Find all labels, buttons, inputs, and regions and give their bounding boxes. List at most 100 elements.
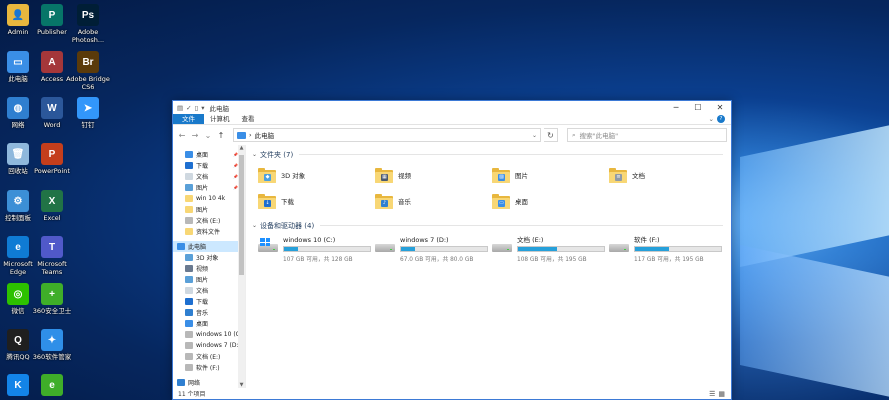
properties-icon[interactable]: ▤ (177, 104, 183, 112)
desktop-icon-label: Adobe Photosh... (71, 28, 105, 44)
refresh-button[interactable]: ↻ (544, 128, 558, 142)
collapse-chevron-icon[interactable]: ⌄ (252, 222, 257, 229)
desktop-icon-360-software[interactable]: ✦ 360软件管家 (30, 329, 74, 361)
folder-icon (185, 228, 193, 235)
scroll-up-icon[interactable]: ▲ (238, 145, 245, 151)
nav-item[interactable]: 视频 (173, 263, 245, 274)
desktop-icon-photoshop[interactable]: Ps Adobe Photosh... (66, 4, 110, 44)
nav-item[interactable]: 3D 对象 (173, 252, 245, 263)
desktop-icon-bridge[interactable]: Br Adobe Bridge CS6 (66, 51, 110, 91)
nav-item[interactable]: 图片 📌 (173, 182, 245, 193)
desktop-icon-dingtalk[interactable]: ➤ 钉钉 (66, 97, 110, 129)
nav-item[interactable]: 下载 (173, 296, 245, 307)
minimize-button[interactable]: ─ (665, 103, 687, 112)
desktop-icon-360-security[interactable]: +360安全卫士 (30, 283, 74, 315)
back-button[interactable]: ← (177, 131, 187, 140)
nav-item[interactable]: 图片 (173, 204, 245, 215)
nav-scroll-thumb[interactable] (239, 155, 244, 275)
ribbon-expand-icon[interactable]: ⌄ (709, 115, 714, 123)
nav-item[interactable]: windows 10 (C:) (173, 329, 245, 340)
this-pc-icon (177, 243, 185, 250)
customize-dropdown-icon[interactable]: ▾ (201, 104, 204, 112)
large-icons-view-button[interactable]: ▦ (718, 390, 725, 398)
teams-icon: T (41, 236, 63, 258)
address-bar[interactable]: › 此电脑 ⌄ (233, 128, 541, 142)
nav-item-label: 桌面 (196, 321, 209, 328)
nav-item[interactable]: 图片 (173, 274, 245, 285)
nav-item-label: windows 7 (D:) (196, 342, 241, 349)
folder-item-documents[interactable]: ≡ 文档 (609, 162, 726, 188)
maximize-button[interactable]: ☐ (687, 103, 709, 112)
breadcrumb-separator[interactable]: › (249, 131, 252, 139)
hard-drive-icon (609, 240, 629, 254)
nav-item[interactable]: 网络 (173, 377, 245, 388)
drive-name: windows 10 (C:) (283, 236, 336, 244)
title-bar[interactable]: ▤ ✓ ▯ ▾ 此电脑 ─ ☐ ✕ (173, 101, 731, 114)
nav-item[interactable]: 文档 (E:) (173, 215, 245, 226)
folder-item-pictures[interactable]: ▨ 图片 (492, 162, 609, 188)
nav-item[interactable]: 文档 (E:) (173, 351, 245, 362)
forward-button[interactable]: → (190, 131, 200, 140)
folder-icon (185, 195, 193, 202)
desktop-icon-excel[interactable]: X Excel (30, 190, 74, 222)
drives-group-header[interactable]: ⌄ 设备和驱动器 (4) (252, 220, 731, 231)
folder-icon: ♪ (375, 193, 393, 209)
drive-item[interactable]: windows 10 (C:) 107 GB 可用，共 128 GB (258, 233, 375, 263)
folder-item-music[interactable]: ♪ 音乐 (375, 188, 492, 214)
tab-computer[interactable]: 计算机 (204, 114, 236, 124)
hard-drive-icon (492, 240, 512, 254)
desktop-icon-powerpoint[interactable]: P PowerPoint (30, 143, 74, 175)
recent-locations-button[interactable]: ⌄ (203, 131, 213, 140)
nav-item[interactable]: 此电脑 (173, 241, 245, 252)
desktop-icon-label: Microsoft Teams (37, 260, 67, 276)
tab-file[interactable]: 文件 (173, 114, 204, 124)
nav-item[interactable]: 文档 📌 (173, 171, 245, 182)
control-panel-icon: ⚙ (7, 190, 29, 212)
documents-icon: ≡ (615, 173, 622, 181)
help-icon[interactable]: ? (717, 115, 725, 123)
close-button[interactable]: ✕ (709, 103, 731, 112)
desktop-icon-360-browser[interactable]: e (30, 374, 74, 396)
collapse-chevron-icon[interactable]: ⌄ (252, 151, 257, 158)
desktop-icon-label: 360安全卫士 (32, 307, 72, 315)
nav-item[interactable]: 桌面 (173, 318, 245, 329)
search-input[interactable]: ⌕ 搜索"此电脑" (567, 128, 727, 142)
nav-item[interactable]: 下载 📌 (173, 160, 245, 171)
pictures-icon (185, 184, 193, 191)
nav-item[interactable]: 桌面 📌 (173, 149, 245, 160)
folder-label: 桌面 (515, 198, 528, 206)
folder-label: 图片 (515, 172, 528, 180)
drive-info: windows 10 (C:) 107 GB 可用，共 128 GB (283, 236, 375, 263)
folder-item-desktop[interactable]: ▭ 桌面 (492, 188, 609, 214)
breadcrumb-this-pc[interactable]: 此电脑 (255, 130, 275, 140)
folder-item-videos[interactable]: ▦ 视频 (375, 162, 492, 188)
details-view-button[interactable]: ☰ (709, 390, 715, 398)
nav-item[interactable]: win 10 4k (173, 193, 245, 204)
nav-item[interactable]: 文档 (173, 285, 245, 296)
nav-item[interactable]: 资料文件 (173, 226, 245, 237)
videos-icon: ▦ (381, 173, 388, 181)
checkmark-icon[interactable]: ✓ (186, 104, 191, 112)
download-icon (185, 162, 193, 169)
nav-scrollbar[interactable]: ▲ ▼ (238, 145, 245, 388)
drive-item[interactable]: 软件 (F:) 117 GB 可用，共 195 GB (609, 233, 726, 263)
ribbon-tabs: 文件 计算机 查看 ⌄ ? (173, 114, 731, 125)
nav-item[interactable]: 音乐 (173, 307, 245, 318)
folder-item-3d-objects[interactable]: ◆ 3D 对象 (258, 162, 375, 188)
tab-view[interactable]: 查看 (236, 114, 261, 124)
drive-icon (185, 342, 193, 349)
navigation-bar: ← → ⌄ ↑ › 此电脑 ⌄ ↻ ⌕ 搜索"此电脑" (173, 125, 731, 145)
folder-item-download[interactable]: ↓ 下载 (258, 188, 375, 214)
nav-item[interactable]: windows 7 (D:) (173, 340, 245, 351)
up-button[interactable]: ↑ (216, 131, 226, 140)
drive-item[interactable]: windows 7 (D:) 67.0 GB 可用，共 80.0 GB (375, 233, 492, 263)
drive-item[interactable]: 文档 (E:) 108 GB 可用，共 195 GB (492, 233, 609, 263)
folders-group-header[interactable]: ⌄ 文件夹 (7) (252, 149, 731, 160)
desktop-icon-teams[interactable]: T Microsoft Teams (30, 236, 74, 276)
nav-item[interactable]: 软件 (F:) (173, 362, 245, 373)
navigation-pane[interactable]: 桌面 📌 下载 📌 文档 📌 图片 📌 win 10 4k 图片 文档 (E:) 资料文件 此电脑 3D … (173, 145, 246, 388)
360-software-icon: ✦ (41, 329, 63, 351)
file-explorer-window[interactable]: ▤ ✓ ▯ ▾ 此电脑 ─ ☐ ✕ 文件 计算机 查看 ⌄ ? ← → ⌄ ↑ … (172, 100, 732, 400)
new-folder-icon[interactable]: ▯ (195, 104, 199, 112)
address-dropdown-icon[interactable]: ⌄ (532, 132, 537, 139)
